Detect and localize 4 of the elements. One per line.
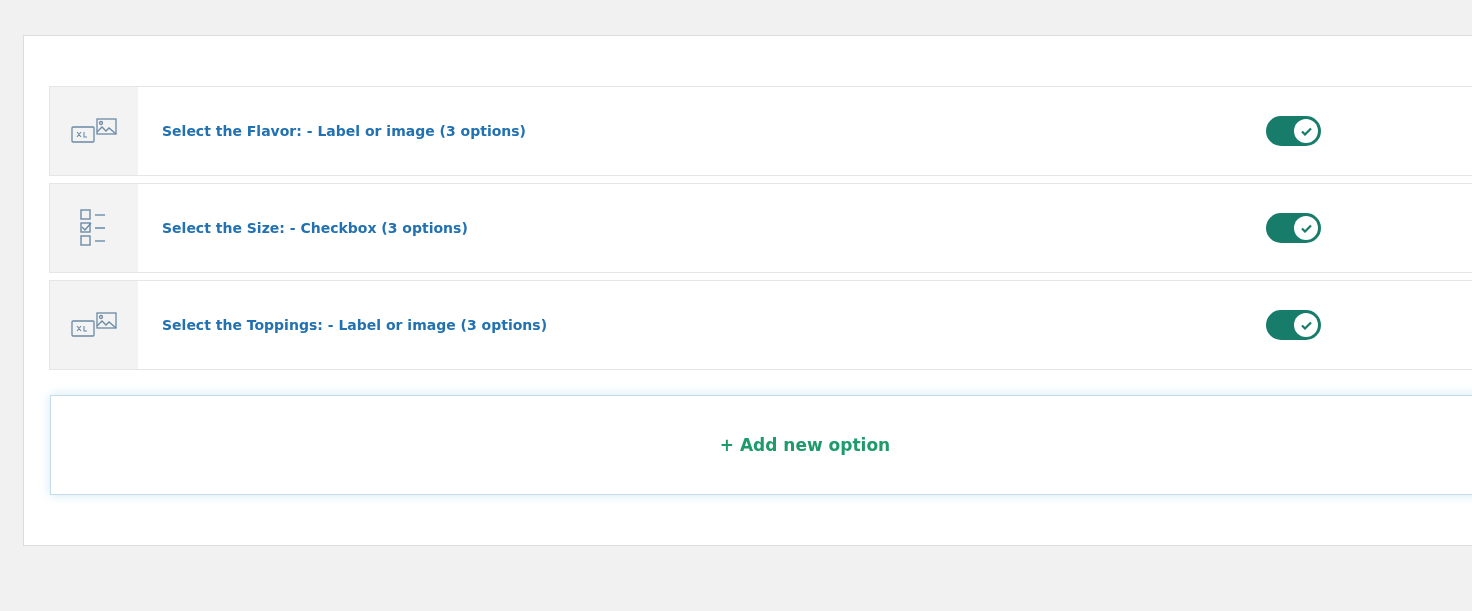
add-option-button[interactable]: + Add new option — [50, 395, 1472, 495]
option-title[interactable]: Select the Toppings: - Label or image (3 options) — [138, 281, 1266, 369]
option-title[interactable]: Select the Flavor: - Label or image (3 options) — [138, 87, 1266, 175]
option-title[interactable]: Select the Size: - Checkbox (3 options) — [138, 184, 1266, 272]
